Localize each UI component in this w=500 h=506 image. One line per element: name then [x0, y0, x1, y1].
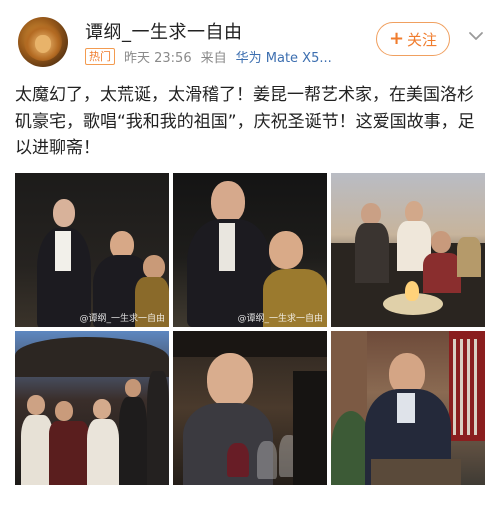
- hill-shape: [15, 337, 169, 377]
- photo-watermark: @谭纲_一生求一自由: [79, 314, 165, 324]
- accordion-shape: [49, 421, 89, 485]
- person-figure: [457, 237, 481, 277]
- person-figure: [110, 231, 136, 259]
- person-figure: [87, 419, 119, 485]
- photo-5[interactable]: [173, 331, 327, 485]
- wine-glass-shape: [227, 443, 249, 477]
- photo-6[interactable]: [331, 331, 485, 485]
- person-figure: [389, 353, 425, 395]
- wine-glass-shape: [257, 441, 277, 479]
- device-link[interactable]: 华为 Mate X5...: [236, 47, 332, 66]
- person-figure: [423, 253, 461, 293]
- flame-shape: [405, 281, 419, 301]
- person-figure: [211, 181, 245, 223]
- person-figure: [269, 231, 305, 271]
- chair-shape: [371, 459, 461, 485]
- hot-badge: 热门: [85, 47, 115, 65]
- person-figure: [93, 399, 113, 421]
- person-figure: [405, 201, 425, 223]
- shirt-shape: [219, 223, 235, 271]
- person-figure: [147, 371, 169, 485]
- lion-face-shape: [35, 35, 51, 53]
- user-avatar[interactable]: [18, 17, 68, 67]
- background-figure: [293, 371, 327, 485]
- follow-button[interactable]: + 关注: [376, 22, 450, 56]
- person-figure: [431, 231, 453, 255]
- photo-watermark: @谭纲_一生求一自由: [237, 314, 323, 324]
- follow-label: 关注: [407, 30, 438, 49]
- person-figure: [125, 379, 143, 399]
- shirt-shape: [55, 231, 71, 271]
- post-header: 谭纲_一生求一自由 热门 昨天 23:56 来自 华为 Mate X5... +…: [0, 0, 500, 74]
- person-figure: [27, 395, 47, 417]
- photo-4[interactable]: [15, 331, 169, 485]
- chevron-down-icon[interactable]: [465, 25, 487, 47]
- plus-icon: +: [388, 28, 405, 49]
- post-meta: 热门 昨天 23:56 来自 华为 Mate X5...: [85, 47, 332, 66]
- photo-3[interactable]: [331, 173, 485, 327]
- post-time: 昨天 23:56: [124, 50, 192, 66]
- photo-2[interactable]: @谭纲_一生求一自由: [173, 173, 327, 327]
- source-prefix: 来自: [200, 50, 227, 66]
- person-figure: [355, 223, 389, 283]
- user-name[interactable]: 谭纲_一生求一自由: [85, 18, 243, 44]
- shirt-shape: [397, 393, 415, 423]
- person-figure: [119, 397, 147, 485]
- window-grid-shape: [453, 339, 481, 435]
- person-figure: [361, 203, 383, 225]
- photo-1[interactable]: @谭纲_一生求一自由: [15, 173, 169, 327]
- person-figure: [207, 353, 253, 407]
- person-figure: [143, 255, 167, 279]
- post-body-text: 太魔幻了，太荒诞，太滑稽了！姜昆一帮艺术家，在美国洛杉矶豪宅，歌唱“我和我的祖国…: [15, 85, 475, 158]
- person-figure: [55, 401, 75, 423]
